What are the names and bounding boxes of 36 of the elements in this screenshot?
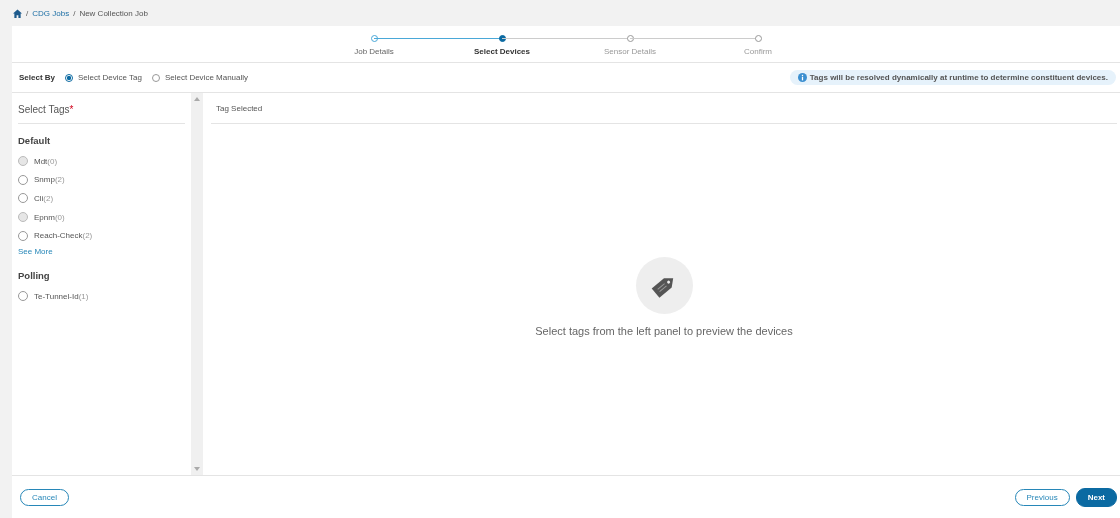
step-label: Select Devices [473, 47, 530, 56]
group-heading: Polling [18, 268, 51, 283]
tag-option[interactable]: Snmp(2) [34, 175, 65, 185]
info-text: Tags will be resolved dynamically at runtime to determine constituent devices. [809, 73, 1108, 82]
cancel-button[interactable]: Cancel [20, 488, 69, 506]
tag-option[interactable]: Te-Tunnel-Id(1) [34, 291, 89, 301]
radio-label[interactable]: Select Device Tag [78, 73, 142, 82]
scroll-up-icon[interactable] [194, 97, 200, 101]
see-more-link[interactable]: See More [18, 244, 185, 259]
radio-button[interactable] [151, 73, 160, 82]
radio-button[interactable] [18, 193, 28, 204]
empty-message: Select tags from the left panel to preview the devices [535, 325, 793, 337]
step-label: Job Details [354, 47, 394, 56]
step-label: Sensor Details [604, 47, 656, 56]
breadcrumb-current: New Collection Job [79, 8, 148, 18]
previous-button[interactable]: Previous [1014, 488, 1070, 506]
radio-label[interactable]: Select Device Manually [164, 73, 249, 82]
tag-option[interactable]: Cli(2) [34, 194, 54, 203]
radio-button[interactable] [18, 174, 28, 185]
radio-button[interactable] [65, 73, 74, 82]
panel-title: Tag Selected [211, 93, 1117, 124]
next-button[interactable]: Next [1075, 487, 1117, 507]
panel-title: Select Tags* [18, 93, 185, 124]
select-by-label: Select By [19, 73, 56, 82]
breadcrumb-separator: / [26, 8, 29, 18]
group-heading: Default [18, 134, 52, 148]
home-icon[interactable] [13, 8, 22, 18]
scrollbar[interactable] [191, 93, 203, 475]
radio-button[interactable] [18, 291, 28, 302]
radio-button[interactable] [18, 230, 28, 241]
info-icon [797, 73, 807, 82]
scroll-down-icon[interactable] [194, 467, 200, 471]
breadcrumb-link[interactable]: CDG Jobs [32, 8, 70, 18]
step-label: Confirm [744, 47, 772, 56]
tag-option[interactable]: Reach-Check(2) [34, 231, 93, 241]
breadcrumb-separator: / [73, 8, 76, 18]
